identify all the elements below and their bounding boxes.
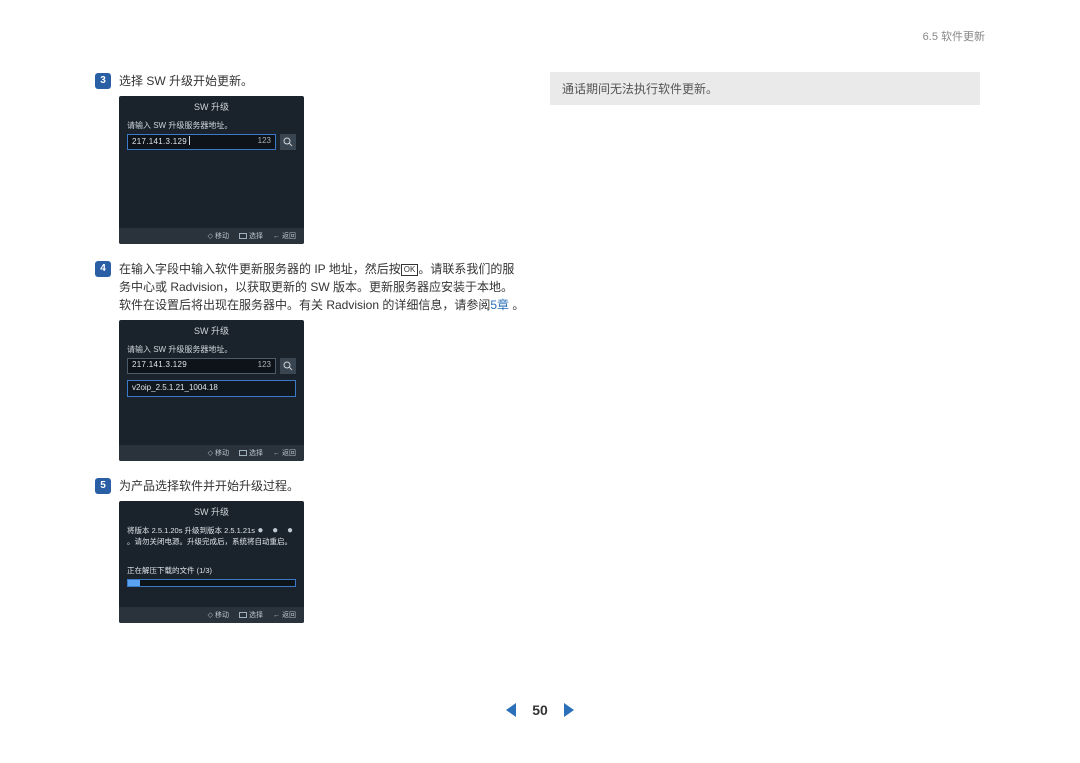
step-text: 选择 SW 升级开始更新。: [119, 72, 253, 90]
foot-select: 选择: [239, 448, 263, 458]
menu-dots-icon[interactable]: ● ● ●: [257, 525, 296, 536]
right-column: 通话期间无法执行软件更新。: [550, 72, 980, 105]
section-header: 6.5 软件更新: [923, 28, 985, 44]
ip-value: 217.141.3.129: [132, 360, 187, 369]
version-item[interactable]: v2oip_2.5.1.21_1004.18: [127, 380, 296, 397]
step-text: 为产品选择软件并开始升级过程。: [119, 477, 299, 495]
page-number: 50: [532, 702, 548, 718]
panel-footer: ◇ 移动 选择 ← 返回: [119, 445, 304, 461]
foot-back: ← 返回: [273, 231, 296, 241]
foot-move: ◇ 移动: [208, 448, 229, 458]
foot-select: 选择: [239, 231, 263, 241]
panel-label: 请输入 SW 升级服务器地址。: [127, 344, 296, 355]
ok-icon: OK: [401, 264, 419, 276]
ip-input[interactable]: 217.141.3.129 123: [127, 134, 276, 150]
step-5: 5 为产品选择软件并开始升级过程。: [95, 477, 525, 495]
foot-move: ◇ 移动: [208, 231, 229, 241]
step-badge: 3: [95, 73, 111, 89]
panel-title: SW 升级: [119, 501, 304, 521]
progress-fill: [128, 580, 140, 586]
chapter-link[interactable]: 5章: [490, 298, 509, 312]
ip-value: 217.141.3.129: [132, 137, 187, 146]
search-icon[interactable]: [280, 358, 296, 374]
foot-select: 选择: [239, 610, 263, 620]
panel-label: 请输入 SW 升级服务器地址。: [127, 120, 296, 131]
panel-title: SW 升级: [119, 320, 304, 340]
note-box: 通话期间无法执行软件更新。: [550, 72, 980, 105]
left-column: 3 选择 SW 升级开始更新。 SW 升级 请输入 SW 升级服务器地址。 21…: [95, 72, 525, 639]
ip-input[interactable]: 217.141.3.129 123: [127, 358, 276, 374]
progress-label: 正在解压下载的文件 (1/3): [127, 565, 296, 576]
foot-back: ← 返回: [273, 610, 296, 620]
panel-footer: ◇ 移动 选择 ← 返回: [119, 607, 304, 623]
step-4: 4 在输入字段中输入软件更新服务器的 IP 地址，然后按OK。请联系我们的服务中…: [95, 260, 525, 314]
foot-move: ◇ 移动: [208, 610, 229, 620]
step-3: 3 选择 SW 升级开始更新。: [95, 72, 525, 90]
page-navigation: 50: [0, 702, 1080, 718]
step-badge: 4: [95, 261, 111, 277]
next-page-icon[interactable]: [564, 703, 574, 717]
tv-panel-2: SW 升级 请输入 SW 升级服务器地址。 217.141.3.129 123 …: [119, 320, 304, 461]
step-badge: 5: [95, 478, 111, 494]
panel-footer: ◇ 移动 选择 ← 返回: [119, 228, 304, 244]
progress-bar: [127, 579, 296, 587]
ip-count: 123: [258, 136, 271, 145]
tv-panel-1: SW 升级 请输入 SW 升级服务器地址。 217.141.3.129 123 …: [119, 96, 304, 244]
search-icon[interactable]: [280, 134, 296, 150]
prev-page-icon[interactable]: [506, 703, 516, 717]
ip-count: 123: [258, 360, 271, 369]
foot-back: ← 返回: [273, 448, 296, 458]
panel-title: SW 升级: [119, 96, 304, 116]
step-text: 在输入字段中输入软件更新服务器的 IP 地址，然后按OK。请联系我们的服务中心或…: [119, 260, 525, 314]
tv-panel-3: SW 升级 ● ● ● 将版本 2.5.1.20s 升级到版本 2.5.1.21…: [119, 501, 304, 623]
